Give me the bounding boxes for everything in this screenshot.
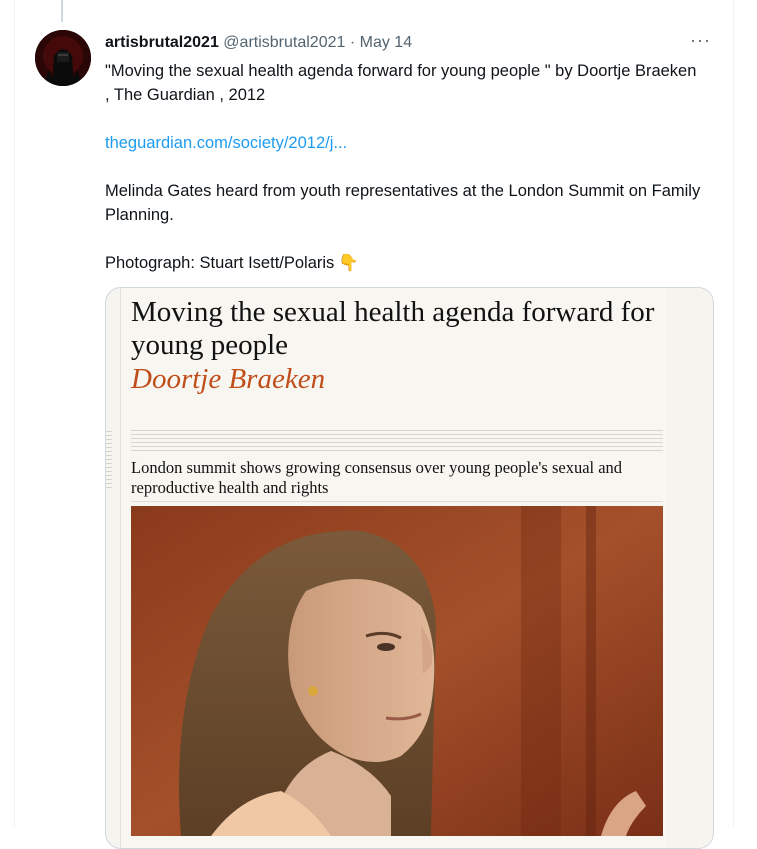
decorative-rules	[131, 430, 663, 454]
tweet-text-credit: Photograph: Stuart Isett/Polaris 👇	[105, 251, 705, 275]
tweet-body: "Moving the sexual health agenda forward…	[105, 59, 705, 275]
article-card[interactable]: Moving the sexual health agenda forward …	[105, 287, 714, 849]
article-byline: Doortje Braeken	[131, 363, 326, 395]
article-link[interactable]: theguardian.com/society/2012/j...	[105, 134, 347, 152]
portrait-photo-illustration	[131, 506, 663, 836]
tweet-text-title: "Moving the sexual health agenda forward…	[105, 62, 697, 104]
thread-connector-line	[61, 0, 63, 22]
separator-dot: ·	[349, 34, 356, 51]
article-headline: Moving the sexual health agenda forward …	[131, 296, 655, 361]
hooded-figure-icon	[35, 30, 91, 86]
card-left-rules	[106, 431, 112, 491]
tweet-header: artisbrutal2021 @artisbrutal2021 · May 1…	[105, 33, 412, 53]
article-photo	[131, 506, 663, 836]
photo-credit: Photograph: Stuart Isett/Polaris	[105, 254, 335, 272]
pointing-down-emoji-icon: 👇	[338, 254, 359, 272]
article-standfirst: London summit shows growing consensus ov…	[131, 458, 623, 497]
more-options-icon[interactable]: ···	[690, 30, 711, 51]
tweet-date[interactable]: May 14	[360, 34, 412, 51]
author-handle[interactable]: @artisbrutal2021	[223, 34, 345, 51]
tweet-text-description: Melinda Gates heard from youth represent…	[105, 182, 701, 224]
avatar[interactable]	[35, 30, 91, 86]
author-name[interactable]: artisbrutal2021	[105, 34, 219, 51]
divider	[131, 501, 663, 502]
